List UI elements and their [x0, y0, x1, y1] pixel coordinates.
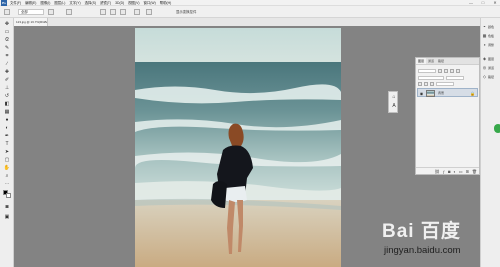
background-color-swatch[interactable]	[6, 193, 11, 198]
visibility-eye-icon[interactable]: ◉	[419, 91, 424, 96]
dock-label: 色板	[488, 33, 495, 38]
document-tab-bar: 123.jpg @ 16.7%(RGB/8)	[14, 18, 480, 26]
shape-tool-icon[interactable]: ▢	[2, 157, 12, 163]
blend-mode-dropdown[interactable]	[418, 75, 444, 80]
layer-thumbnail	[426, 90, 435, 97]
dock-color[interactable]: ◓ 颜色	[482, 22, 500, 31]
crop-tool-icon[interactable]: ⌗	[2, 53, 12, 59]
tab-layers[interactable]: 图层	[416, 58, 427, 64]
dock-label: 图层	[488, 56, 495, 61]
opacity-field[interactable]	[446, 75, 464, 80]
link-layers-icon[interactable]: ⛓	[435, 168, 440, 174]
dock-label: 通道	[488, 65, 495, 70]
healing-brush-tool-icon[interactable]: ✚	[2, 69, 12, 75]
show-transform-label: 显示变换控件	[176, 10, 197, 14]
watermark-url: jingyan.baidu.com	[384, 245, 461, 256]
baidu-logo-text: Bai 百度	[382, 221, 461, 242]
gradient-tool-icon[interactable]: ▦	[2, 109, 12, 115]
brush-tool-icon[interactable]: ✐	[2, 77, 12, 83]
group-icon[interactable]: ▭	[459, 168, 463, 174]
new-layer-icon[interactable]: ⊞	[466, 168, 469, 174]
clone-stamp-tool-icon[interactable]: ⊥	[2, 85, 12, 91]
dodge-tool-icon[interactable]: ◐	[2, 125, 12, 131]
layer-row[interactable]: ◉ 背景 🔒	[417, 88, 478, 97]
layer-kind-dropdown[interactable]	[418, 68, 436, 73]
baidu-watermark: Bai 百度 jingyan.baidu.com	[382, 210, 500, 267]
layers-panel-tabs: 图层 通道 路径	[416, 58, 479, 65]
filter-pixel-icon[interactable]	[438, 68, 442, 73]
lock-position-icon[interactable]	[424, 81, 428, 86]
screen-mode-icon[interactable]: ▣	[2, 214, 12, 220]
swatches-icon: ▦	[482, 33, 487, 38]
dock-paths[interactable]: ◇ 路径	[482, 72, 500, 81]
quick-mask-icon[interactable]: ◙	[2, 204, 12, 210]
lock-icon: 🔒	[470, 91, 475, 96]
floating-assist-button[interactable]	[494, 124, 500, 133]
hand-tool-icon[interactable]: ✋	[2, 165, 12, 171]
layer-mask-icon[interactable]: ◙	[448, 168, 450, 174]
tab-channels[interactable]: 通道	[426, 58, 436, 64]
layers-panel: 图层 通道 路径 ◉ 背景 🔒 ⛓ ƒ ◙ ◐ ▭ ⊞ 🗑	[415, 57, 480, 175]
color-icon: ◓	[483, 24, 486, 29]
dock-layers[interactable]: ◈ 图层	[482, 54, 500, 63]
align-right-icon[interactable]	[120, 9, 126, 15]
more-tools-icon[interactable]: ⋯	[2, 181, 12, 187]
tools-panel: ✥ ▭ ᘓ ✎ ⌗ ∕ ✚ ✐ ⊥ ↺ ◧ ▦ ● ◐ ✒ T ➤ ▢ ✋ ⌕ …	[0, 18, 14, 267]
layer-filter-row	[418, 68, 460, 73]
document-tab[interactable]: 123.jpg @ 16.7%(RGB/8)	[14, 18, 48, 26]
channels-icon: ◎	[482, 65, 487, 70]
paths-icon: ◇	[482, 74, 487, 79]
marquee-tool-icon[interactable]: ▭	[2, 29, 12, 35]
lock-row	[418, 81, 454, 86]
mode-3d-icon[interactable]	[146, 9, 152, 15]
pen-tool-icon[interactable]: ✒	[2, 133, 12, 139]
eraser-tool-icon[interactable]: ◧	[2, 101, 12, 107]
dock-label: 调整	[488, 42, 495, 47]
filter-type-icon[interactable]	[450, 68, 454, 73]
blend-row	[418, 75, 464, 80]
document-photo	[135, 28, 341, 267]
lock-all-icon[interactable]	[430, 81, 434, 86]
lock-pixels-icon[interactable]	[418, 81, 422, 86]
align-left-icon[interactable]	[100, 9, 106, 15]
history-panel-icon[interactable]: ⌂	[391, 94, 397, 100]
eyedropper-tool-icon[interactable]: ∕	[2, 61, 12, 67]
filter-shape-icon[interactable]	[456, 68, 460, 73]
tab-paths[interactable]: 路径	[436, 58, 446, 64]
collapsed-mini-panel: ⌂ A	[388, 91, 398, 113]
transform-icon[interactable]	[66, 9, 72, 15]
properties-panel-icon[interactable]: A	[391, 103, 397, 109]
auto-select-value: 全部	[21, 10, 28, 14]
beach-photo	[135, 28, 341, 267]
move-tool-icon[interactable]	[4, 9, 10, 15]
blur-tool-icon[interactable]: ●	[2, 117, 12, 123]
dock-label: 颜色	[488, 24, 495, 29]
delete-layer-icon[interactable]: 🗑	[472, 168, 477, 174]
quick-select-tool-icon[interactable]: ✎	[2, 45, 12, 51]
filter-adjust-icon[interactable]	[444, 68, 448, 73]
move-tool-icon[interactable]: ✥	[2, 21, 12, 27]
zoom-tool-icon[interactable]: ⌕	[2, 173, 12, 179]
history-brush-tool-icon[interactable]: ↺	[2, 93, 12, 99]
adjust-icon: ◑	[483, 42, 486, 47]
adjustment-layer-icon[interactable]: ◐	[453, 168, 455, 174]
options-bar: 全部 显示变换控件	[0, 6, 500, 18]
dock-swatches[interactable]: ▦ 色板	[482, 31, 500, 40]
align-center-icon[interactable]	[110, 9, 116, 15]
distribute-icon[interactable]	[134, 9, 140, 15]
type-tool-icon[interactable]: T	[2, 141, 12, 147]
dock-channels[interactable]: ◎ 通道	[482, 63, 500, 72]
auto-select-dropdown[interactable]: 全部	[18, 9, 44, 15]
layers-panel-footer: ⛓ ƒ ◙ ◐ ▭ ⊞ 🗑	[416, 167, 479, 174]
fill-field[interactable]	[436, 81, 454, 86]
lasso-tool-icon[interactable]: ᘓ	[2, 37, 12, 43]
path-select-tool-icon[interactable]: ➤	[2, 149, 12, 155]
layer-name: 背景	[438, 91, 445, 95]
checkbox-icon[interactable]	[48, 9, 54, 15]
dock-adjustments[interactable]: ◑ 调整	[482, 40, 500, 49]
dock-label: 路径	[488, 74, 495, 79]
layer-style-icon[interactable]: ƒ	[443, 168, 445, 174]
layers-icon: ◈	[482, 56, 487, 61]
